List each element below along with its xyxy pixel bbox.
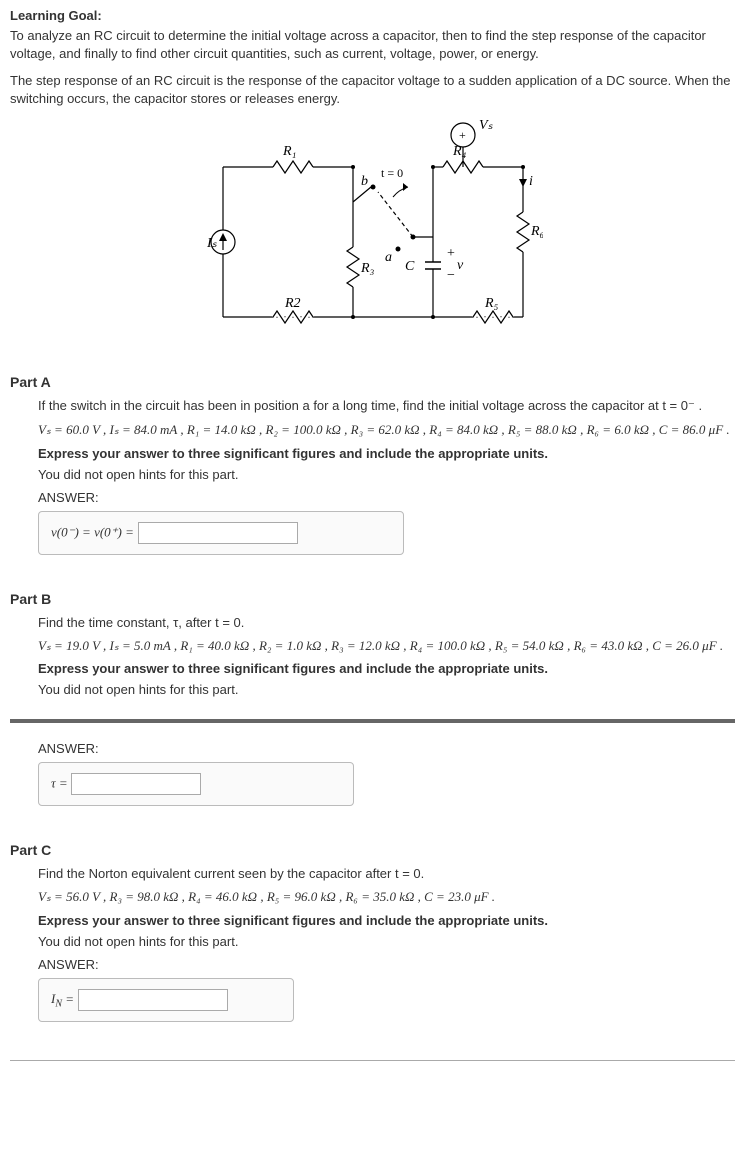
label-a: a xyxy=(385,250,392,265)
circuit-diagram: Iₛ R₁ b t = 0 a R₃ R2 C + − v R₄ xyxy=(10,117,735,350)
part-a-eq: v(0⁻) = v(0⁺) = xyxy=(51,524,134,539)
label-r2: R2 xyxy=(284,296,301,311)
label-r6: R₆ xyxy=(530,224,543,239)
label-minus-cap: − xyxy=(447,268,455,283)
label-plus-cap: + xyxy=(447,246,455,261)
part-b-express: Express your answer to three significant… xyxy=(38,661,735,676)
label-r1: R₁ xyxy=(282,144,296,159)
label-v: v xyxy=(457,258,464,273)
bottom-rule xyxy=(10,1060,735,1061)
part-b-heading: Part B xyxy=(10,591,735,607)
part-a-answer-label: ANSWER: xyxy=(38,490,735,505)
part-c-heading: Part C xyxy=(10,842,735,858)
part-b-answer-box: τ = xyxy=(38,762,354,806)
part-b-prompt: Find the time constant, τ, after t = 0. xyxy=(38,615,735,630)
label-r3: R₃ xyxy=(360,261,375,276)
part-b-eq: τ = xyxy=(51,776,68,791)
part-c-answer-box: IN = xyxy=(38,978,294,1022)
part-c-input[interactable] xyxy=(78,989,228,1011)
part-a-heading: Part A xyxy=(10,374,735,390)
part-a-express: Express your answer to three significant… xyxy=(38,446,735,461)
label-c: C xyxy=(405,259,415,274)
part-c-values: Vₛ = 56.0 V , R₃ = 98.0 kΩ , R₄ = 46.0 k… xyxy=(38,887,735,907)
label-i: i xyxy=(529,174,533,189)
part-c-hints: You did not open hints for this part. xyxy=(38,934,735,949)
label-vs-plus: + xyxy=(459,128,466,142)
part-b-input[interactable] xyxy=(71,773,201,795)
part-b-answer-label: ANSWER: xyxy=(38,741,735,756)
part-b-hints: You did not open hints for this part. xyxy=(38,682,735,697)
learning-goal-para2: The step response of an RC circuit is th… xyxy=(10,72,735,107)
part-c-eq: IN = xyxy=(51,991,74,1006)
part-a-prompt: If the switch in the circuit has been in… xyxy=(38,398,735,414)
label-r5: R₅ xyxy=(484,296,499,311)
part-a-values: Vₛ = 60.0 V , Iₛ = 84.0 mA , R₁ = 14.0 k… xyxy=(38,420,735,440)
divider-rule xyxy=(10,719,735,723)
part-c-answer-label: ANSWER: xyxy=(38,957,735,972)
label-t0: t = 0 xyxy=(381,166,403,180)
part-c-prompt: Find the Norton equivalent current seen … xyxy=(38,866,735,881)
part-a-input[interactable] xyxy=(138,522,298,544)
part-a-hints: You did not open hints for this part. xyxy=(38,467,735,482)
label-b: b xyxy=(361,174,368,189)
learning-goal-para1: To analyze an RC circuit to determine th… xyxy=(10,27,735,62)
label-vs: Vₛ xyxy=(479,118,494,133)
part-c-express: Express your answer to three significant… xyxy=(38,913,735,928)
label-is: Iₛ xyxy=(206,236,218,251)
learning-goal-heading: Learning Goal: xyxy=(10,8,735,23)
part-a-answer-box: v(0⁻) = v(0⁺) = xyxy=(38,511,404,555)
part-b-values: Vₛ = 19.0 V , Iₛ = 5.0 mA , R₁ = 40.0 kΩ… xyxy=(38,636,735,656)
